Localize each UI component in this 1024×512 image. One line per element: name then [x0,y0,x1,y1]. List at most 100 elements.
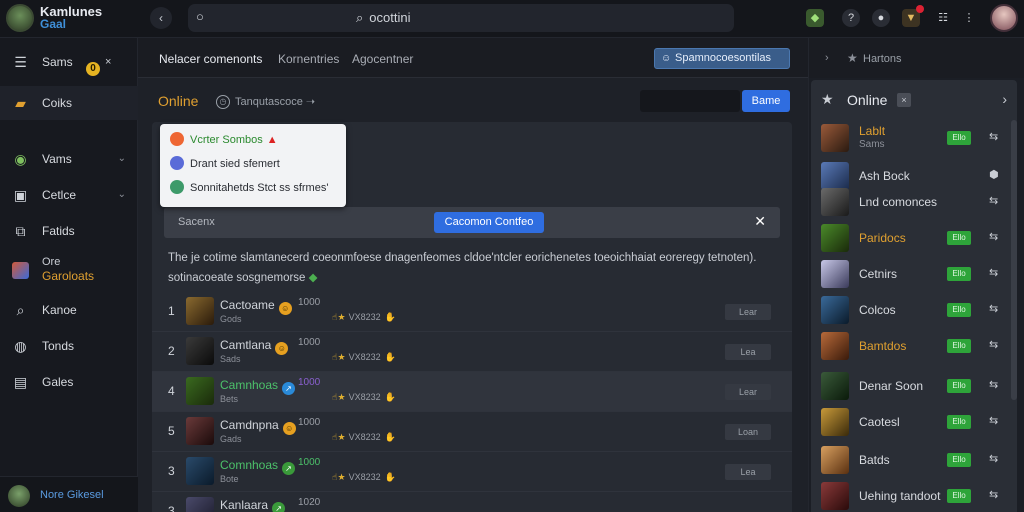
scrollbar[interactable] [1011,120,1017,400]
avatar [186,457,214,485]
table-row[interactable]: 5 Camdnpna ☺ 1000 Gads ☝★ VX8232 ✋ Loan [152,412,792,452]
swap-icon[interactable]: ⇆ [989,230,998,243]
status-badge[interactable]: Ello [947,339,971,353]
friend-item[interactable]: Bamtdos Ello ⇆ [819,328,1013,364]
friend-item[interactable]: Uehing tandoot Ello ⇆ [819,478,1013,512]
friend-item[interactable]: Batds Ello ⇆ [819,442,1013,478]
brand[interactable]: Kamlunes Gaal [40,5,120,31]
emoji-icon: ☺ [278,302,292,315]
search-query[interactable]: ⌕ ocottini [356,10,410,26]
friend-item[interactable]: Lablt Sams Ello ⇆ [819,120,1013,156]
status-badge[interactable]: Ello [947,415,971,429]
sidebar-footer-user[interactable]: Nore Gikesel [0,476,138,512]
user-avatar[interactable] [990,4,1018,32]
close-icon[interactable]: × [897,93,911,107]
popup-item[interactable]: Vcrter Sombos ▲ [170,130,340,150]
table-row[interactable]: 1 Cactoame ☺ 1000 Gods ☝★ VX8232 ✋ Lear [152,292,792,332]
sidebar-item-kanoe[interactable]: ⌕ Kanoe [0,293,138,327]
row-action-button[interactable]: Lea [725,464,771,480]
back-icon[interactable]: ‹ [150,7,172,29]
swap-icon[interactable]: ⇆ [989,194,998,207]
sidebar-item-cetlce[interactable]: ▣ Cetlce ⌄ [0,178,138,212]
status-badge[interactable]: Ello [947,231,971,245]
brand-logo[interactable] [6,4,34,32]
avatar [186,497,214,512]
sidebar-item-garoloats[interactable]: Ore Garoloats [0,253,138,287]
search-bar[interactable]: ○ ⌕ ocottini [188,4,734,32]
sidebar-item-gales[interactable]: ▤ Gales [0,365,138,399]
swap-icon[interactable]: ⇆ [989,414,998,427]
chevron-right-icon[interactable]: › [825,52,829,64]
row-name: Cactoame ☺ [220,298,292,315]
close-icon[interactable]: ✕ [754,213,766,230]
kebab-menu-icon[interactable]: ⋮ [960,9,978,27]
help-icon[interactable]: ? [842,9,860,27]
tab-comments[interactable]: Nelacer comenonts [159,52,262,66]
row-action-button[interactable]: Lear [725,384,771,400]
sidebar-item-coiks[interactable]: ▰ Coiks [0,86,138,120]
row-name-text: Kanlaara [220,498,269,512]
sidebar-item-label: Gales [42,375,74,389]
shield-icon[interactable]: ▼ [902,5,924,27]
sidebar-item-vams[interactable]: ◉ Vams ⌄ [0,142,138,176]
popup-item[interactable]: Drant sied sfemert [170,154,340,174]
row-action-button[interactable]: Lear [725,304,771,320]
status-badge[interactable]: Ello [947,267,971,281]
status-badge[interactable]: Ello [947,131,971,145]
friend-item[interactable]: Caotesl Ello ⇆ [819,404,1013,440]
status-badge[interactable]: Ello [947,303,971,317]
description-line: sotinacoeate sosgnemorse [168,272,306,284]
chat-icon[interactable]: ● [872,9,890,27]
status-badge[interactable]: Ello [947,379,971,393]
friend-item[interactable]: Denar Soon Ello ⇆ [819,368,1013,404]
shield-icon[interactable]: ⬢ [989,168,999,181]
user-icon: ☺ [661,53,672,64]
friend-item[interactable]: Colcos Ello ⇆ [819,292,1013,328]
table-row[interactable]: 3 Kanlaara ↗ 1020 [152,492,792,512]
table-row[interactable]: 4 Camnhoas ↗ 1000 Bets ☝★ VX8232 ✋ Lear [152,372,792,412]
table-row[interactable]: 2 Camtlana ☺ 1000 Sads ☝★ VX8232 ✋ Lea [152,332,792,372]
swap-icon[interactable]: ⇆ [989,488,998,501]
friend-item[interactable]: Cetnirs Ello ⇆ [819,256,1013,292]
row-action-button[interactable]: Lea [725,344,771,360]
online-friends-title: ★ Online × › [821,90,1011,110]
chevron-right-icon[interactable]: › [1002,91,1007,107]
swap-icon[interactable]: ⇆ [989,378,998,391]
table-row[interactable]: 3 Comnhoas ↗ 1000 Bote ☝★ VX8232 ✋ Lea [152,452,792,492]
filter-button[interactable]: Cacomon Contfeo [434,212,544,233]
sidebar-item-sams[interactable]: ☰ Sams 0 × [0,45,138,79]
row-name: Kanlaara ↗ [220,498,286,512]
swap-icon[interactable]: ⇆ [989,266,998,279]
avatar [821,188,849,216]
popup-item[interactable]: Sonnitahetds Stct ss sfrmes' [170,178,340,198]
swap-icon[interactable]: ⇆ [989,130,998,143]
tab-entries[interactable]: Kornentries [278,52,339,66]
online-filter-input[interactable] [640,90,740,112]
row-rating: ☝★ VX8232 ✋ [332,352,396,363]
sidebar-item-tonds[interactable]: ◍ Tonds [0,329,138,363]
row-rating: ☝★ VX8232 ✋ [332,432,396,443]
row-action-button[interactable]: Loan [725,424,771,440]
swap-icon[interactable]: ⇆ [989,338,998,351]
row-rank: 3 [168,504,175,512]
grid-icon[interactable]: ☷ [934,9,952,27]
friend-name: Colcos [859,303,896,317]
friend-name: Caotesl [859,415,900,429]
swap-icon[interactable]: ⇆ [989,302,998,315]
game-icon[interactable]: ◆ [806,9,824,27]
status-badge[interactable]: Ello [947,489,971,503]
friend-item[interactable]: Paridocs Ello ⇆ [819,220,1013,256]
row-name-text: Cactoame [220,298,275,312]
tab-action-button[interactable]: ☺ Spamnocoesontilas [654,48,790,69]
footer-username: Nore Gikesel [40,489,104,501]
friends-panel-header: › ★ Hartons [809,38,1024,78]
online-submit-button[interactable]: Bame [742,90,790,112]
online-subtitle[interactable]: Tanqutascoce ➝ [235,95,315,108]
friend-item[interactable]: Lnd comonces ⇆ [819,184,1013,220]
status-badge[interactable]: Ello [947,453,971,467]
tab-agocentner[interactable]: Agocentner [352,52,413,66]
menu-icon: ☰ [14,54,27,70]
swap-icon[interactable]: ⇆ [989,452,998,465]
close-icon[interactable]: × [105,45,111,79]
sidebar-item-fatids[interactable]: ⧉ Fatids [0,214,138,248]
